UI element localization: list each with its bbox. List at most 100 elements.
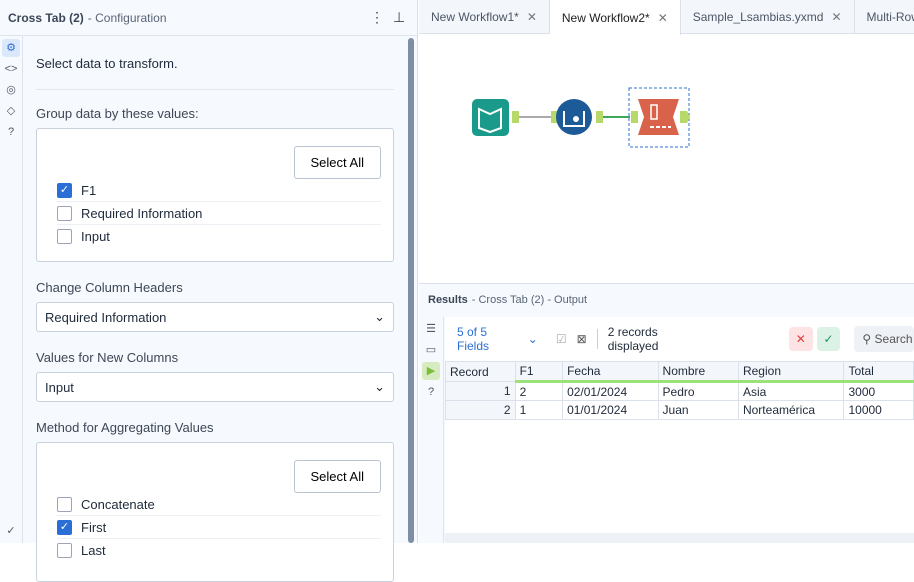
help-icon[interactable]: ? bbox=[2, 123, 20, 141]
tab-multi-row[interactable]: Multi-Row_Fo bbox=[855, 0, 914, 33]
cell: 3000 bbox=[843, 381, 914, 401]
metadata-icon[interactable]: ▭ bbox=[422, 341, 440, 359]
group-field-required-information[interactable]: Required Information bbox=[57, 202, 381, 225]
chevron-down-icon[interactable]: ⌄ bbox=[528, 332, 538, 346]
horizontal-scrollbar[interactable] bbox=[445, 533, 914, 543]
cell: 1 bbox=[514, 400, 564, 420]
close-icon[interactable]: ✕ bbox=[527, 10, 537, 24]
group-field-f1[interactable]: ✓ F1 bbox=[57, 179, 381, 202]
values-select[interactable]: Input ⌄ bbox=[36, 372, 394, 402]
cell: 2 bbox=[514, 381, 564, 401]
checkbox[interactable]: ✓ bbox=[57, 519, 72, 535]
method-last[interactable]: Last bbox=[57, 539, 381, 562]
results-subtitle: - Cross Tab (2) - Output bbox=[471, 294, 588, 306]
pin-icon[interactable]: ⊥ bbox=[393, 9, 405, 26]
chevron-down-icon: ⌄ bbox=[374, 309, 385, 324]
column-header[interactable]: F1 bbox=[514, 361, 564, 383]
search-input[interactable]: ⚲ Search bbox=[854, 326, 914, 352]
check-circle-icon[interactable]: ✓ bbox=[2, 522, 20, 540]
tab-label: Sample_Lsambias.yxmd bbox=[692, 9, 824, 24]
output-anchor bbox=[512, 111, 519, 123]
cell: 02/01/2024 bbox=[562, 381, 659, 401]
data-cleansing-tool[interactable] bbox=[551, 99, 603, 135]
chevron-down-icon: ⌄ bbox=[374, 379, 385, 394]
table-header-row: Record F1 Fecha Nombre Region Total bbox=[445, 361, 914, 383]
intro-text: Select data to transform. bbox=[36, 56, 178, 71]
tab-new-workflow2[interactable]: New Workflow2* ✕ bbox=[549, 0, 681, 35]
panel-header: Cross Tab (2) - Configuration ⋮ ⊥ bbox=[0, 0, 417, 36]
select-all-button[interactable]: Select All bbox=[293, 460, 381, 493]
column-header[interactable]: Nombre bbox=[657, 361, 739, 383]
method-label: Method for Aggregating Values bbox=[36, 420, 214, 435]
group-field-input[interactable]: Input bbox=[57, 225, 381, 248]
column-header[interactable]: Total bbox=[843, 361, 914, 383]
search-placeholder: Search bbox=[874, 332, 913, 346]
checkbox[interactable] bbox=[57, 205, 72, 221]
select-all-button[interactable]: Select All bbox=[293, 146, 381, 179]
scrollbar[interactable] bbox=[408, 38, 414, 543]
panel-subtitle: - Configuration bbox=[87, 10, 167, 25]
column-header[interactable]: Fecha bbox=[562, 361, 659, 383]
cell: Asia bbox=[737, 381, 845, 401]
results-title: Results bbox=[428, 294, 468, 306]
tab-label: New Workflow2* bbox=[561, 10, 650, 25]
column-header[interactable]: Record bbox=[445, 361, 516, 382]
gear-icon[interactable]: ⚙ bbox=[2, 39, 20, 57]
close-icon[interactable]: ✕ bbox=[658, 11, 668, 25]
column-header[interactable]: Region bbox=[737, 361, 845, 383]
tab-sample-lsambias[interactable]: Sample_Lsambias.yxmd ✕ bbox=[681, 0, 855, 33]
clear-icon[interactable]: ⊠ bbox=[577, 332, 587, 346]
data-anchor-icon[interactable]: ▶ bbox=[422, 362, 440, 380]
close-icon[interactable]: ✕ bbox=[831, 10, 841, 24]
edit-check-icon[interactable]: ☑ bbox=[556, 332, 567, 346]
more-options-icon[interactable]: ⋮ bbox=[370, 9, 384, 26]
headers-select[interactable]: Required Information ⌄ bbox=[36, 302, 394, 332]
input-tool[interactable] bbox=[472, 99, 519, 136]
tag-icon[interactable]: ◇ bbox=[2, 102, 20, 120]
checkbox[interactable]: ✓ bbox=[57, 182, 72, 198]
checkbox[interactable] bbox=[57, 229, 72, 244]
cell: 10000 bbox=[843, 400, 914, 420]
list-icon[interactable]: ☰ bbox=[422, 320, 440, 338]
tab-new-workflow1[interactable]: New Workflow1* ✕ bbox=[419, 0, 550, 33]
field-label: F1 bbox=[81, 182, 97, 198]
config-rail: ⚙ <> ◎ ◇ ? ✓ bbox=[0, 36, 23, 543]
cell: 2 bbox=[445, 400, 516, 420]
help-icon[interactable]: ? bbox=[422, 383, 440, 401]
cell: Pedro bbox=[657, 381, 739, 401]
field-label: Input bbox=[81, 229, 110, 244]
fields-dropdown[interactable]: 5 of 5 Fields bbox=[457, 325, 522, 353]
reject-button[interactable]: ✕ bbox=[788, 327, 813, 351]
code-icon[interactable]: <> bbox=[2, 60, 20, 78]
workflow-tabs: New Workflow1* ✕ New Workflow2* ✕ Sample_L… bbox=[419, 0, 914, 35]
cell: 01/01/2024 bbox=[562, 400, 659, 420]
results-table: Record F1 Fecha Nombre Region Total 1 2 02… bbox=[445, 361, 914, 420]
select-value: Input bbox=[45, 379, 74, 395]
method-label-text: First bbox=[81, 519, 107, 535]
group-fields-box: Select All ✓ F1 Required Information Inpu… bbox=[36, 128, 394, 262]
method-first[interactable]: ✓ First bbox=[57, 516, 381, 539]
method-box: Select All Concatenate ✓ First Last bbox=[36, 442, 394, 582]
connection-icon[interactable]: ◎ bbox=[2, 81, 20, 99]
values-label: Values for New Columns bbox=[36, 350, 179, 365]
cross-tab-tool[interactable] bbox=[628, 87, 690, 148]
tab-label: Multi-Row_Fo bbox=[866, 9, 914, 24]
tab-label: New Workflow1* bbox=[431, 9, 519, 24]
configuration-panel: Cross Tab (2) - Configuration ⋮ ⊥ ⚙ <> ◎… bbox=[0, 0, 418, 582]
workflow-canvas[interactable] bbox=[419, 35, 914, 282]
tool-title: Cross Tab (2) bbox=[8, 10, 84, 25]
cell: Norteamérica bbox=[737, 400, 845, 420]
method-concatenate[interactable]: Concatenate bbox=[57, 493, 381, 516]
method-label-text: Concatenate bbox=[81, 496, 155, 512]
divider bbox=[36, 89, 394, 90]
table-row[interactable]: 1 2 02/01/2024 Pedro Asia 3000 bbox=[445, 381, 914, 401]
group-label: Group data by these values: bbox=[36, 106, 199, 121]
checkbox[interactable] bbox=[57, 496, 72, 512]
records-count: 2 records displayed bbox=[607, 325, 659, 353]
method-label-text: Last bbox=[81, 543, 106, 558]
cell: 1 bbox=[445, 381, 516, 401]
accept-button[interactable]: ✓ bbox=[816, 327, 841, 351]
checkbox[interactable] bbox=[57, 543, 72, 558]
headers-label: Change Column Headers bbox=[36, 280, 183, 295]
table-row[interactable]: 2 1 01/01/2024 Juan Norteamérica 10000 bbox=[445, 400, 914, 420]
